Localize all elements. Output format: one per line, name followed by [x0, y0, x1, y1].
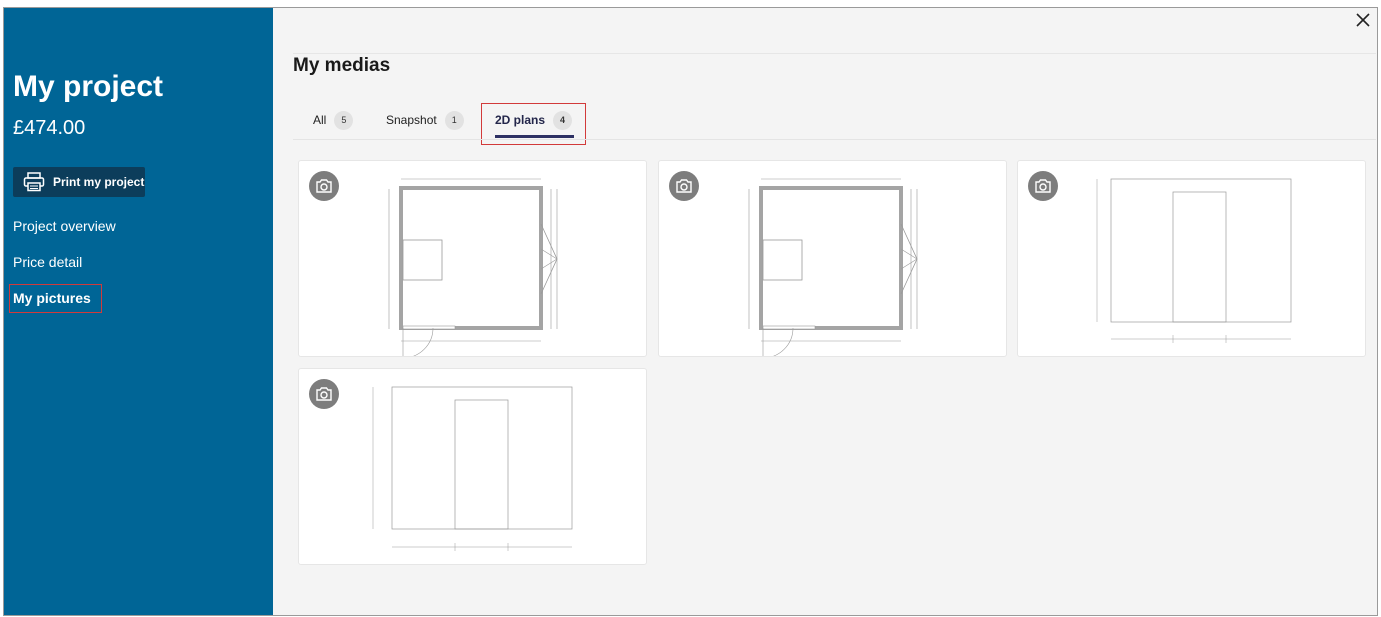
sidebar: My project £474.00 Print my project Proj…	[4, 8, 273, 615]
camera-icon	[309, 379, 339, 409]
media-card[interactable]	[1017, 160, 1366, 357]
nav-highlight-box	[9, 284, 102, 313]
tab-all[interactable]: All 5	[313, 108, 354, 132]
tab-snapshot-count: 1	[444, 110, 464, 130]
tab-snapshot[interactable]: Snapshot 1	[386, 108, 464, 132]
floor-plan-thumbnail	[388, 178, 558, 356]
close-icon[interactable]	[1354, 11, 1372, 29]
printer-icon	[23, 172, 45, 192]
media-card[interactable]	[298, 368, 647, 565]
nav-project-overview[interactable]: Project overview	[13, 218, 116, 234]
nav-price-detail[interactable]: Price detail	[13, 254, 82, 270]
camera-icon	[669, 171, 699, 201]
floor-plan-thumbnail	[748, 178, 918, 356]
dialog-window: My project £474.00 Print my project Proj…	[3, 7, 1378, 616]
elevation-thumbnail	[1096, 178, 1292, 343]
project-price: £474.00	[13, 117, 86, 139]
camera-icon	[1028, 171, 1058, 201]
print-project-label: Print my project	[53, 175, 145, 189]
camera-icon	[309, 171, 339, 201]
page-title: My medias	[293, 55, 391, 76]
media-card[interactable]	[298, 160, 647, 357]
tab-all-label: All	[313, 113, 327, 127]
header-divider	[293, 53, 1376, 54]
media-card[interactable]	[658, 160, 1007, 357]
tab-snapshot-label: Snapshot	[386, 113, 437, 127]
tabs-divider	[293, 139, 1376, 140]
tab-all-count: 5	[334, 110, 354, 130]
print-project-button[interactable]: Print my project	[13, 167, 145, 197]
elevation-thumbnail	[372, 386, 573, 551]
project-title: My project	[13, 70, 164, 103]
